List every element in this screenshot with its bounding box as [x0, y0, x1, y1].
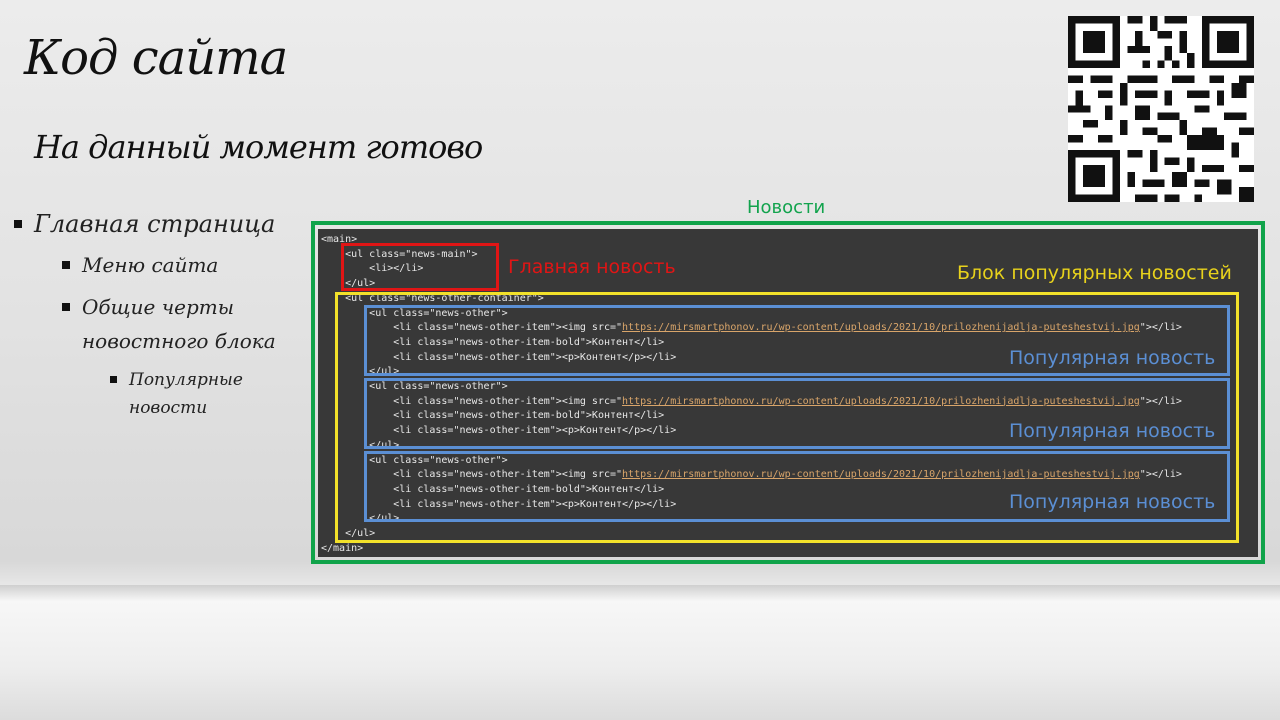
slide-title: Код сайта	[24, 30, 288, 86]
bullet-text: Главная страница	[34, 210, 276, 238]
popular-news-label: Популярная новость	[1009, 491, 1216, 513]
background-floor	[0, 585, 1280, 720]
qr-code-icon	[1068, 16, 1254, 202]
bullet-square-icon	[14, 220, 22, 228]
bullet-list: Главная страница Меню сайта Общие черты …	[14, 210, 294, 422]
bullet-square-icon	[62, 261, 70, 269]
bullet-square-icon	[62, 303, 70, 311]
bullet-square-icon	[110, 376, 117, 383]
main-news-label: Главная новость	[508, 256, 676, 278]
bullet-text: Общие черты новостного блока	[82, 295, 276, 353]
popular-block-label: Блок популярных новостей	[957, 262, 1232, 284]
bullet-level2: Меню сайта	[62, 248, 294, 282]
bullet-level1: Главная страница	[14, 210, 294, 238]
main-news-frame	[341, 243, 499, 291]
slide-subtitle: На данный момент готово	[34, 128, 483, 166]
popular-news-label: Популярная новость	[1009, 420, 1216, 442]
code-line: </main>	[321, 542, 364, 554]
bullet-level2: Общие черты новостного блока	[62, 290, 294, 358]
news-label: Новости	[747, 197, 826, 218]
bullet-text: Меню сайта	[82, 253, 219, 277]
bullet-text: Популярные новости	[129, 370, 243, 418]
popular-news-label: Популярная новость	[1009, 347, 1216, 369]
bullet-level3: Популярные новости	[110, 366, 294, 422]
